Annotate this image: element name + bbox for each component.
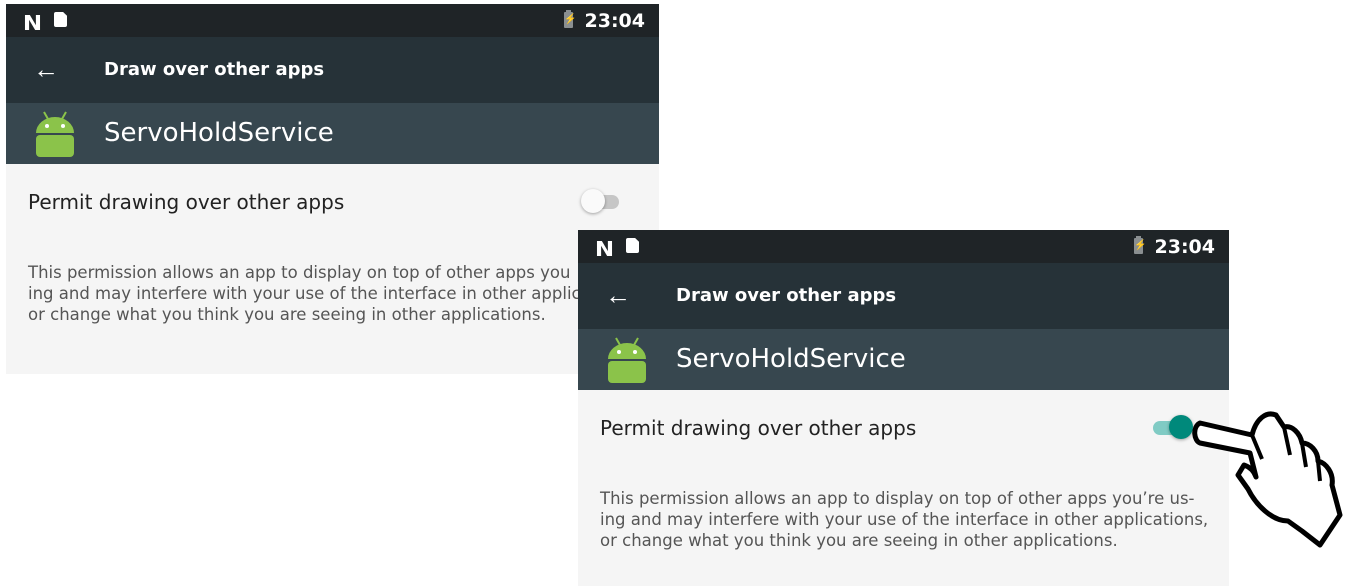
n-notification-icon: N [22, 11, 42, 35]
arrow-left-icon[interactable]: ← [28, 51, 64, 87]
permit-drawing-row[interactable]: Permit drawing over other apps [6, 164, 659, 240]
status-bar: N 23:04 [578, 230, 1229, 263]
sd-card-icon [626, 238, 639, 253]
n-notification-icon: N [594, 237, 614, 261]
page-title: Draw over other apps [104, 59, 325, 80]
status-bar: N 23:04 [6, 4, 659, 37]
app-name: ServoHoldService [104, 118, 334, 148]
app-header: ServoHoldService [6, 103, 659, 164]
page-title: Draw over other apps [676, 285, 897, 306]
android-robot-icon [36, 111, 74, 157]
permission-description: This permission allows an app to display… [600, 489, 1209, 550]
toolbar: ← Draw over other apps [6, 37, 659, 103]
status-time: 23:04 [1154, 236, 1215, 258]
toolbar: ← Draw over other apps [578, 263, 1229, 329]
description-line: ing and may interfere with your use of t… [28, 284, 581, 303]
description-line: or change what you think you are seeing … [28, 305, 546, 324]
permit-drawing-label: Permit drawing over other apps [600, 416, 917, 440]
permit-drawing-switch[interactable] [1151, 415, 1193, 439]
description-line: This permission allows an app to display… [28, 263, 571, 282]
permit-drawing-row[interactable]: Permit drawing over other apps [578, 390, 1229, 466]
permit-drawing-label: Permit drawing over other apps [28, 190, 345, 214]
pointing-hand-icon [1192, 411, 1343, 548]
battery-charging-icon [1134, 236, 1143, 254]
settings-screen-after: N 23:04 ← Draw over other apps ServoHold… [578, 230, 1229, 586]
app-name: ServoHoldService [676, 344, 906, 374]
switch-thumb [581, 189, 605, 213]
sd-card-icon [54, 12, 67, 27]
permit-drawing-switch[interactable] [581, 189, 621, 213]
settings-screen-before: N 23:04 ← Draw over other apps ServoHold… [6, 4, 659, 374]
status-time: 23:04 [584, 10, 645, 32]
android-robot-icon [608, 337, 646, 383]
app-header: ServoHoldService [578, 329, 1229, 390]
battery-charging-icon [564, 10, 573, 28]
arrow-left-icon[interactable]: ← [600, 277, 636, 313]
permission-description: This permission allows an app to display… [28, 262, 638, 325]
